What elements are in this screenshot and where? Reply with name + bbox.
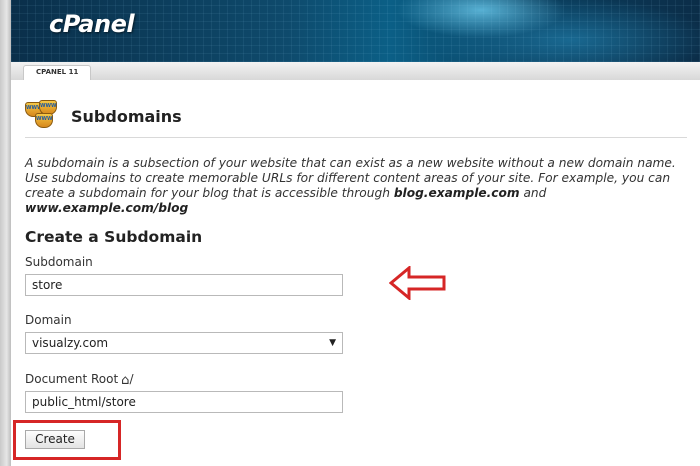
left-arrow-annotation-icon bbox=[389, 266, 446, 300]
domain-select[interactable]: visualzy.com ▼ bbox=[25, 332, 343, 354]
description-text: and bbox=[519, 186, 547, 200]
description-text: A subdomain is a subsection of your webs… bbox=[25, 156, 676, 200]
document-root-label: Document Root ⌂/ bbox=[25, 372, 133, 388]
section-title: Create a Subdomain bbox=[25, 228, 203, 246]
version-bar: CPANEL 11 bbox=[11, 62, 700, 81]
page-title: Subdomains bbox=[71, 106, 182, 126]
left-window-edge bbox=[0, 0, 11, 466]
subdomain-description: A subdomain is a subsection of your webs… bbox=[25, 156, 687, 216]
subdomain-label: Subdomain bbox=[25, 255, 93, 269]
domain-selected-value: visualzy.com bbox=[32, 336, 109, 350]
cpanel-logo[interactable]: cPanel bbox=[49, 10, 135, 38]
document-root-label-text: Document Root bbox=[25, 372, 119, 386]
subdomain-input[interactable]: store bbox=[25, 274, 343, 296]
main-content: WWW WWW WWW Subdomains A subdomain is a … bbox=[11, 80, 700, 466]
header-divider bbox=[25, 137, 687, 138]
document-root-input[interactable]: public_html/store bbox=[25, 391, 343, 413]
example-blog-path: www.example.com/blog bbox=[25, 201, 189, 215]
version-tab[interactable]: CPANEL 11 bbox=[23, 65, 92, 80]
example-blog-subdomain: blog.example.com bbox=[393, 186, 520, 200]
www-badge-icon: WWW bbox=[35, 113, 53, 128]
subdomain-badges-icon: WWW WWW WWW bbox=[25, 100, 65, 130]
create-button[interactable]: Create bbox=[25, 430, 85, 449]
page-heading: WWW WWW WWW Subdomains bbox=[25, 100, 182, 130]
domain-label: Domain bbox=[25, 313, 72, 327]
dropdown-arrow-icon[interactable]: ▼ bbox=[329, 333, 336, 353]
path-separator: / bbox=[129, 372, 134, 386]
cpanel-header-banner: cPanel bbox=[11, 0, 700, 62]
